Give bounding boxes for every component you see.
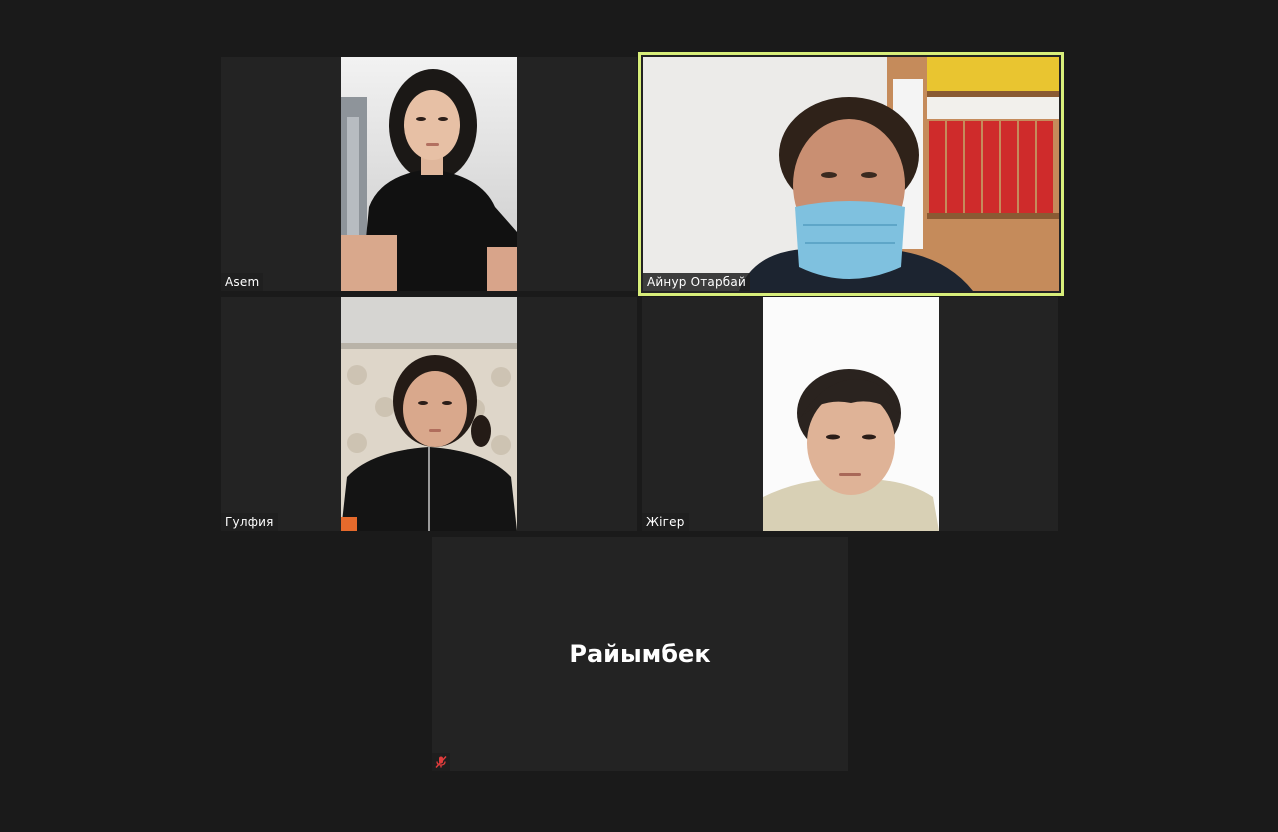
participant-display-name: Райымбек [569,640,711,668]
participant-name-label: Asem [221,273,264,291]
video-feed [763,297,939,531]
participant-video-image [341,57,517,291]
video-feed [341,297,517,531]
participant-tile-asem[interactable]: Asem [221,57,637,291]
video-feed [341,57,517,291]
microphone-muted-icon [432,753,450,771]
participant-tile-ainur-otarbay[interactable]: Айнур Отарбай [638,52,1064,296]
participant-video-image [643,57,1059,291]
participant-video-image [763,297,939,531]
participant-name-label: Жігер [642,513,689,531]
participant-tile-raiymbek[interactable]: Райымбек [432,537,848,771]
participant-name-label: Айнур Отарбай [643,273,750,291]
video-feed [643,57,1059,291]
participant-video-image [341,297,517,531]
participant-name-label: Гулфия [221,513,278,531]
participant-tile-zhiger[interactable]: Жігер [642,297,1058,531]
video-gallery: Asem Айнур Отарбай Гулфия Жігер Райымбек [0,0,1278,832]
participant-tile-gulfiya[interactable]: Гулфия [221,297,637,531]
